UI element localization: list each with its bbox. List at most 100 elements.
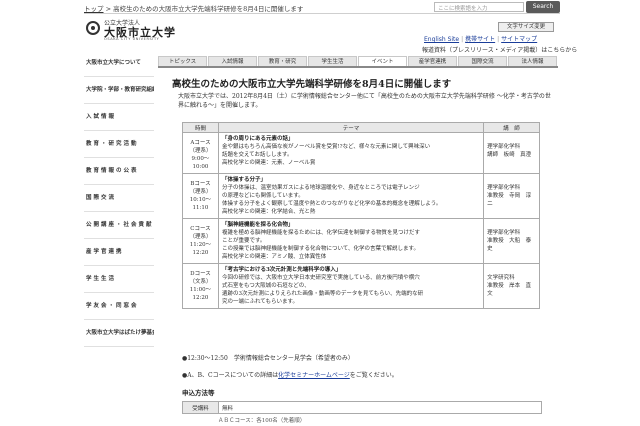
press-release-link[interactable]: 報道資料（プレスリリース・メディア掲載）はこちらから bbox=[422, 45, 577, 54]
capacity-partial: ＡＢＣコース：各100名（先着順） bbox=[218, 418, 306, 424]
top-bar: トップ > 高校生のための大阪市立大学先端科学研修を8月4日に開催します ここに… bbox=[84, 0, 560, 14]
header-theme: テーマ bbox=[217, 122, 485, 133]
time-cell: Cコース （理系） 11:20～12:20 bbox=[182, 218, 219, 264]
sidebar-item[interactable]: 大学院・学部・教育研究組織 bbox=[84, 77, 154, 104]
lecturer-cell: 理学部化学科准教授 大船 泰史 bbox=[483, 218, 540, 264]
theme-line: 高校化学との関連：アミノ酸、立体異性体 bbox=[221, 254, 327, 260]
sidebar-item[interactable]: 産学官連携 bbox=[84, 239, 154, 266]
chem-seminar-link[interactable]: 化学セミナーホームページ bbox=[278, 372, 350, 379]
table-row: 受講料 無料 bbox=[182, 401, 542, 414]
breadcrumb-home-link[interactable]: トップ bbox=[84, 5, 104, 13]
sidebar: 大阪市立大学について 大学院・学部・教育研究組織 入試情報 教育・研究活動 教育情報の公… bbox=[84, 50, 154, 347]
theme-cell: 「考古学における3次元計測と先端科学の導入」今回の研修では、大阪市立大学日本史研… bbox=[217, 263, 485, 309]
logo-english-text: OSAKA CITY UNIVERSITY bbox=[104, 37, 160, 41]
table-row: Cコース （理系） 11:20～12:20 「脳神経機能を探る化合物」複雑を極める脳神… bbox=[182, 218, 540, 264]
util-separator: | bbox=[497, 36, 500, 43]
breadcrumb-separator: > bbox=[103, 5, 114, 13]
theme-line: 話題を交えてお話しします。 bbox=[221, 152, 293, 158]
breadcrumb: トップ > 高校生のための大阪市立大学先端科学研修を8月4日に開催します bbox=[84, 3, 303, 13]
sidebar-item[interactable]: 国際交流 bbox=[84, 185, 154, 212]
util-separator: | bbox=[461, 36, 464, 43]
lecturer-name: 講師 板崎 真澄 bbox=[487, 152, 532, 158]
lecturer-dept: 理学部化学科 bbox=[487, 144, 521, 150]
theme-line: の原理などにも関係しています。 bbox=[221, 193, 304, 199]
lecturer-dept: 文学研究科 bbox=[487, 275, 515, 281]
article-intro: 大阪市立大学では、2012年8月4日（土）に学術情報総合センター他にて「高校生の… bbox=[178, 93, 551, 109]
theme-line: この授業では脳神経機能を制御する化合物について、化学の言葉で解説します。 bbox=[221, 246, 419, 252]
sidebar-item[interactable]: 学友会・同窓会 bbox=[84, 293, 154, 320]
course-time: 11:20～12:20 bbox=[189, 242, 212, 256]
sidebar-item[interactable]: 大阪市立大学について bbox=[84, 50, 154, 77]
course-name: Dコース bbox=[190, 271, 211, 277]
detail-note: ●A、B、Cコースについての詳細は化学セミナーホームページをご覧ください。 bbox=[182, 370, 398, 379]
theme-title: 「身の周りにある元素の話」 bbox=[221, 136, 294, 142]
theme-cell: 「脳神経機能を探る化合物」複雑を極める脳神経機能を探るためには、化学伝達を制御す… bbox=[217, 218, 485, 264]
theme-line: 体操する分子をよく観察して温度や熱とのつながりなど化学の基本的概念を理解しよう。 bbox=[221, 201, 442, 207]
lecturer-dept: 理学部化学科 bbox=[487, 185, 521, 191]
apply-table: 受講料 無料 bbox=[182, 401, 542, 414]
sidebar-item[interactable]: 大阪市立大学はばたけ夢基金 bbox=[84, 320, 154, 347]
sitemap-link[interactable]: サイトマップ bbox=[501, 36, 537, 43]
theme-line: 金や銀はもちろん高価な炭がノーベル賞を受賞!?など、様々な元素に関して興味深い bbox=[221, 144, 431, 150]
course-name: Cコース bbox=[190, 226, 211, 232]
detail-note-prefix: ●A、B、Cコースについての詳細は bbox=[182, 372, 279, 379]
theme-cell: 「体操する分子」 分子の体操は、温室効果ガスによる地球温暖化や、身近なところでは電… bbox=[217, 173, 485, 219]
theme-line: ことが重要です。 bbox=[221, 238, 266, 244]
table-row: Bコース （理系） 10:10～11:10 「体操する分子」 分子の体操は、温室効果ガス… bbox=[182, 173, 540, 219]
breadcrumb-current: 高校生のための大阪市立大学先端科学研修を8月4日に開催します bbox=[113, 5, 304, 13]
time-cell: Dコース （文系） 11:00～12:20 bbox=[182, 263, 219, 309]
lecturer-cell: 文学研究科 准教授 岸本 直文 bbox=[483, 263, 540, 309]
time-cell: Aコース （理系） 9:00～10:00 bbox=[182, 132, 219, 174]
sidebar-item[interactable]: 教育情報の公表 bbox=[84, 158, 154, 185]
theme-title: 「考古学における3次元計測と先端科学の導入」 bbox=[221, 267, 342, 273]
university-logo[interactable]: 公立大学法人 大阪市立大学 OSAKA CITY UNIVERSITY bbox=[86, 17, 176, 41]
course-time: 10:10～11:10 bbox=[189, 197, 212, 211]
english-site-link[interactable]: English Site bbox=[424, 36, 459, 43]
time-cell: Bコース （理系） 10:10～11:10 bbox=[182, 173, 219, 219]
course-field: （理系） bbox=[189, 148, 212, 154]
theme-line: 式石室をもつ大阪城の石垣などの、 bbox=[221, 283, 310, 289]
theme-line: 遺跡の3次元計測によりえられた画像・動画等のデータを見てもらい、先端的な研 bbox=[221, 291, 424, 297]
tour-note: ●12:30～12:50 学術情報総合センター見学会（希望者のみ） bbox=[182, 355, 354, 362]
lecturer-cell: 理学部化学科講師 板崎 真澄 bbox=[483, 132, 540, 174]
logo-emblem-icon bbox=[86, 21, 100, 35]
theme-title: 「脳神経機能を探る化合物」 bbox=[221, 222, 294, 228]
page-title: 高校生のための大阪市立大学先端科学研修を8月4日に開催します bbox=[172, 79, 452, 90]
table-row: Aコース （理系） 9:00～10:00 「身の周りにある元素の話」 金や銀はもちろん高… bbox=[182, 132, 540, 174]
sidebar-item[interactable]: 教育・研究活動 bbox=[84, 131, 154, 158]
search-input[interactable]: ここに検索語を入力 bbox=[434, 2, 524, 12]
schedule-table: 時間 テーマ 講 師 Aコース （理系） 9:00～10:00 「身の周りにある元素の… bbox=[182, 122, 540, 309]
lecturer-name: 准教授 寺岡 淳二 bbox=[487, 193, 532, 207]
sidebar-item[interactable]: 公開講座・社会貢献 bbox=[84, 212, 154, 239]
header-time: 時間 bbox=[182, 122, 219, 133]
theme-line: 高校化学との関連：化学結合、光と熱 bbox=[221, 209, 316, 215]
utility-links: English Site | 携帯サイト | サイトマップ bbox=[424, 34, 537, 43]
sidebar-item[interactable]: 入試情報 bbox=[84, 104, 154, 131]
course-time: 9:00～10:00 bbox=[191, 156, 210, 170]
theme-line: 究の一端にふれてもらいます。 bbox=[221, 299, 298, 305]
tab-underline bbox=[158, 66, 558, 68]
lecturer-dept: 理学部化学科 bbox=[487, 230, 521, 236]
course-field: （理系） bbox=[189, 234, 212, 240]
theme-title: 「体操する分子」 bbox=[221, 177, 266, 183]
course-field: （文系） bbox=[189, 279, 212, 285]
lecturer-name: 准教授 大船 泰史 bbox=[487, 238, 532, 252]
detail-note-suffix: をご覧ください。 bbox=[349, 372, 398, 379]
course-time: 11:00～12:20 bbox=[189, 287, 212, 301]
theme-cell: 「身の周りにある元素の話」金や銀はもちろん高価な炭がノーベル賞を受賞!?など、様… bbox=[217, 132, 485, 174]
fee-value: 無料 bbox=[218, 401, 542, 414]
course-field: （理系） bbox=[189, 189, 212, 195]
theme-line: 複雑を極める脳神経機能を探るためには、化学伝達を制御する物質を見つけだす bbox=[221, 230, 420, 236]
lecturer-cell: 理学部化学科准教授 寺岡 淳二 bbox=[483, 173, 540, 219]
apply-heading: 申込方法等 bbox=[182, 389, 215, 397]
course-name: Bコース bbox=[190, 181, 211, 187]
header-lecturer: 講 師 bbox=[483, 122, 540, 133]
sidebar-item[interactable]: 学生生活 bbox=[84, 266, 154, 293]
table-row: Dコース （文系） 11:00～12:20 「考古学における3次元計測と先端科学の導入… bbox=[182, 263, 540, 309]
theme-line: 高校化学との関連：元素、ノーベル賞 bbox=[221, 160, 316, 166]
theme-line: 今回の研修では、大阪市立大学日本史研究室で実施している、前方後円墳や横穴 bbox=[221, 275, 420, 281]
font-size-button[interactable]: 文字サイズ変更 bbox=[498, 22, 554, 32]
search-button[interactable]: Search bbox=[526, 1, 560, 13]
page: トップ > 高校生のための大阪市立大学先端科学研修を8月4日に開催します ここに… bbox=[0, 0, 640, 426]
mobile-site-link[interactable]: 携帯サイト bbox=[465, 36, 495, 43]
